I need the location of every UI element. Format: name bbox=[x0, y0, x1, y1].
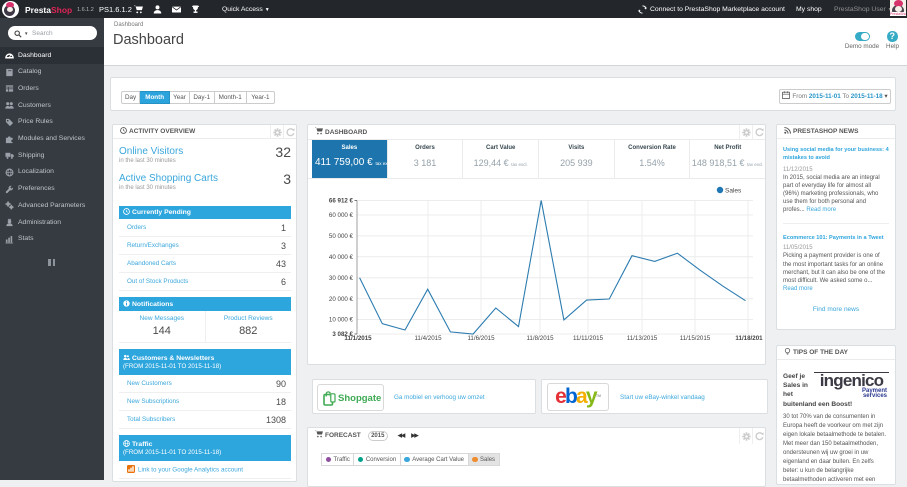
svg-text:10 000 €: 10 000 € bbox=[329, 317, 354, 324]
svg-text:Sales: Sales bbox=[725, 188, 742, 195]
svg-text:30 000 €: 30 000 € bbox=[329, 275, 354, 282]
svg-text:11/15/2015: 11/15/2015 bbox=[680, 335, 711, 342]
svg-text:60 000 €: 60 000 € bbox=[329, 212, 354, 219]
svg-text:11/6/2015: 11/6/2015 bbox=[467, 335, 495, 342]
svg-text:40 000 €: 40 000 € bbox=[329, 254, 354, 261]
svg-text:20 000 €: 20 000 € bbox=[329, 296, 354, 303]
svg-text:11/18/201: 11/18/201 bbox=[735, 335, 763, 342]
svg-text:11/11/2015: 11/11/2015 bbox=[573, 335, 604, 342]
svg-text:11/8/2015: 11/8/2015 bbox=[526, 335, 554, 342]
svg-text:50 000 €: 50 000 € bbox=[329, 233, 354, 240]
svg-text:11/13/2015: 11/13/2015 bbox=[627, 335, 658, 342]
svg-text:66 912 €: 66 912 € bbox=[329, 198, 354, 205]
svg-text:11/1/2015: 11/1/2015 bbox=[344, 335, 372, 342]
svg-text:11/4/2015: 11/4/2015 bbox=[414, 335, 442, 342]
